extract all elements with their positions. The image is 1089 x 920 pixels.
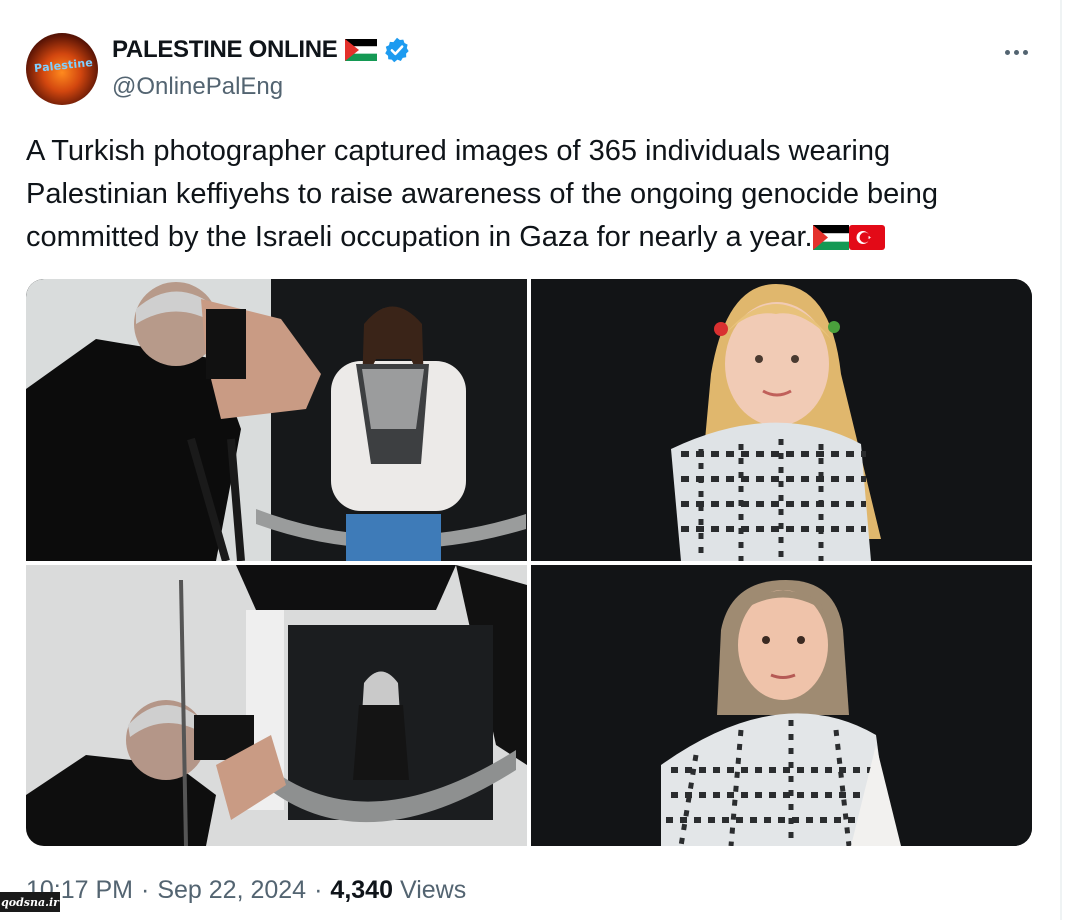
photo-3[interactable] (26, 565, 527, 846)
tweet-body: A Turkish photographer captured images o… (26, 135, 938, 253)
turkey-flag-icon (848, 225, 885, 250)
avatar[interactable]: Palestine (26, 33, 98, 105)
photo-2[interactable] (531, 279, 1032, 561)
photo-4[interactable] (531, 565, 1032, 846)
palestine-flag-icon (345, 39, 378, 61)
tweet-date[interactable]: Sep 22, 2024 (157, 876, 306, 905)
tweet-text: A Turkish photographer captured images o… (26, 130, 1036, 259)
avatar-logo-text: Palestine (33, 55, 94, 76)
author-name-row: PALESTINE ONLINE (112, 36, 411, 64)
meta-separator: · (141, 876, 150, 904)
right-rail-divider (1060, 0, 1062, 920)
author-display-name[interactable]: PALESTINE ONLINE (112, 36, 338, 64)
tweet-metadata: 10:17 PM · Sep 22, 2024 · 4,340 Views (26, 876, 466, 905)
author-handle[interactable]: @OnlinePalEng (112, 73, 283, 101)
views-count: 4,340 (330, 876, 393, 904)
photo-1[interactable] (26, 279, 527, 561)
more-options-icon[interactable] (996, 38, 1036, 66)
palestine-flag-icon (812, 225, 849, 250)
verified-badge-icon[interactable] (383, 36, 411, 64)
meta-separator: · (314, 876, 323, 904)
watermark: qodsna.ir (0, 892, 60, 912)
views-label: Views (399, 876, 467, 904)
media-grid (26, 279, 1032, 846)
